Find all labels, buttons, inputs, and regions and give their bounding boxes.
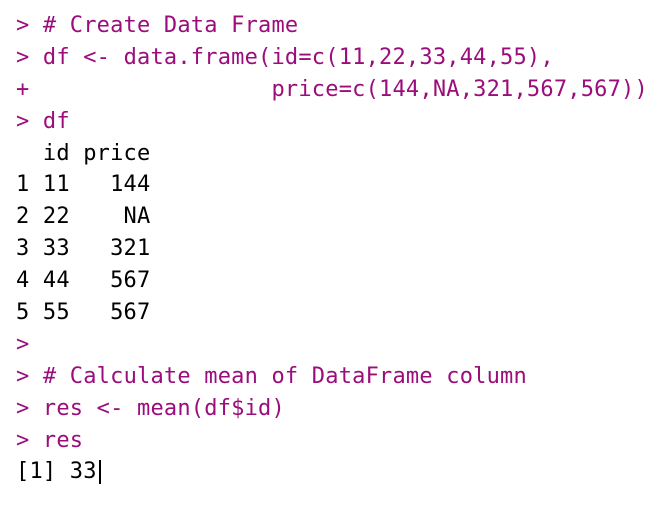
output-line: [1] 33 bbox=[16, 459, 97, 484]
input-line-continuation: + price=c(144,NA,321,567,567)) bbox=[16, 77, 648, 102]
input-line: > df bbox=[16, 109, 70, 134]
input-line: > # Calculate mean of DataFrame column bbox=[16, 364, 527, 389]
code: df bbox=[43, 109, 70, 134]
prompt: > bbox=[16, 332, 29, 357]
input-line: > # Create Data Frame bbox=[16, 13, 298, 38]
output-row: 4 44 567 bbox=[16, 268, 150, 293]
output-row: 3 33 321 bbox=[16, 236, 150, 261]
code-comment: # Create Data Frame bbox=[43, 13, 298, 38]
code: res bbox=[43, 428, 83, 453]
output-row: 2 22 NA bbox=[16, 204, 150, 229]
prompt: > bbox=[16, 45, 29, 70]
prompt: > bbox=[16, 428, 29, 453]
prompt: > bbox=[16, 13, 29, 38]
prompt: > bbox=[16, 109, 29, 134]
output-row: 5 55 567 bbox=[16, 300, 150, 325]
prompt: > bbox=[16, 364, 29, 389]
input-line: > df <- data.frame(id=c(11,22,33,44,55), bbox=[16, 45, 554, 70]
code: df <- data.frame(id=c(11,22,33,44,55), bbox=[43, 45, 554, 70]
code: res <- mean(df$id) bbox=[43, 396, 285, 421]
continuation-prompt: + bbox=[16, 77, 29, 102]
output-header: id price bbox=[16, 141, 150, 166]
input-line: > res bbox=[16, 428, 83, 453]
code-comment: # Calculate mean of DataFrame column bbox=[43, 364, 527, 389]
input-line-empty: > bbox=[16, 332, 29, 357]
prompt: > bbox=[16, 396, 29, 421]
input-line: > res <- mean(df$id) bbox=[16, 396, 285, 421]
output-row: 1 11 144 bbox=[16, 172, 150, 197]
code: price=c(144,NA,321,567,567)) bbox=[43, 77, 648, 102]
cursor-icon bbox=[99, 460, 101, 484]
r-console: > # Create Data Frame > df <- data.frame… bbox=[0, 0, 670, 498]
